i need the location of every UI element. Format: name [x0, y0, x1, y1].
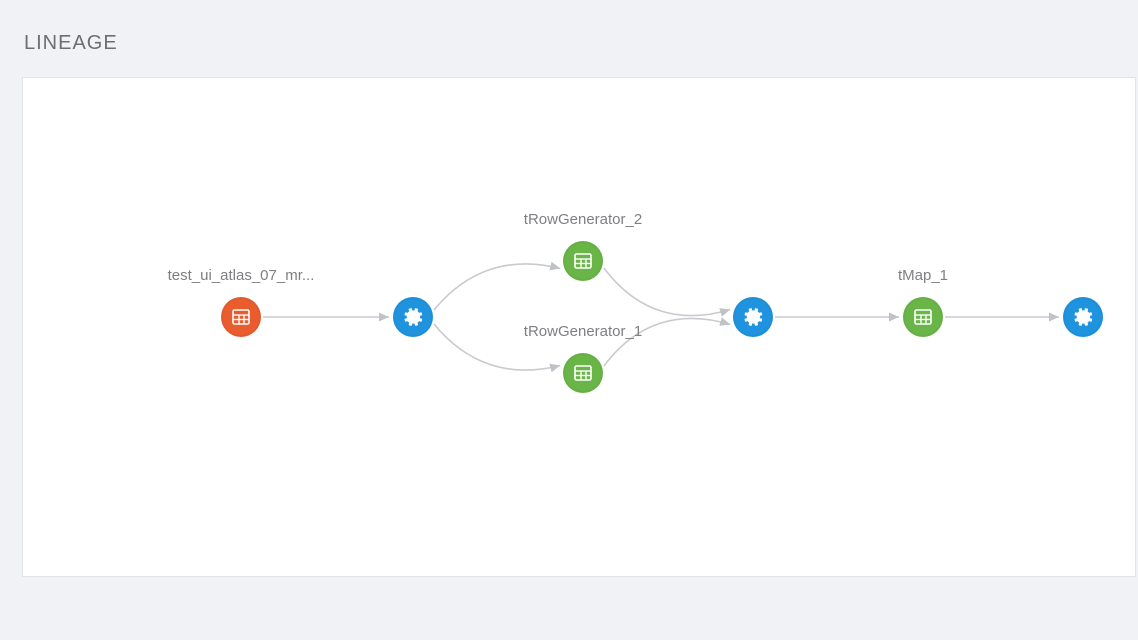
node-label-src: test_ui_atlas_07_mr... [141, 267, 341, 284]
edge-gen1-proc2 [604, 318, 730, 366]
edge-proc1-gen1 [434, 324, 560, 370]
panel-title: LINEAGE [24, 32, 1138, 55]
table-icon [573, 363, 593, 383]
node-proc1[interactable] [393, 297, 433, 337]
table-icon [573, 251, 593, 271]
node-proc2[interactable] [733, 297, 773, 337]
node-gen1[interactable] [563, 353, 603, 393]
edge-proc1-gen2 [434, 264, 560, 310]
node-map1[interactable] [903, 297, 943, 337]
node-label-gen1: tRowGenerator_1 [483, 323, 683, 340]
gear-icon [742, 306, 764, 328]
table-icon [231, 307, 251, 327]
table-icon [913, 307, 933, 327]
gear-icon [402, 306, 424, 328]
node-gen2[interactable] [563, 241, 603, 281]
node-proc3[interactable] [1063, 297, 1103, 337]
node-label-map1: tMap_1 [823, 267, 1023, 284]
node-label-gen2: tRowGenerator_2 [483, 211, 683, 228]
lineage-canvas[interactable]: test_ui_atlas_07_mr... tRowGenerator_2 tRo… [22, 77, 1136, 577]
node-src[interactable] [221, 297, 261, 337]
edge-layer [23, 78, 1136, 577]
gear-icon [1072, 306, 1094, 328]
edge-gen2-proc2 [604, 268, 730, 316]
